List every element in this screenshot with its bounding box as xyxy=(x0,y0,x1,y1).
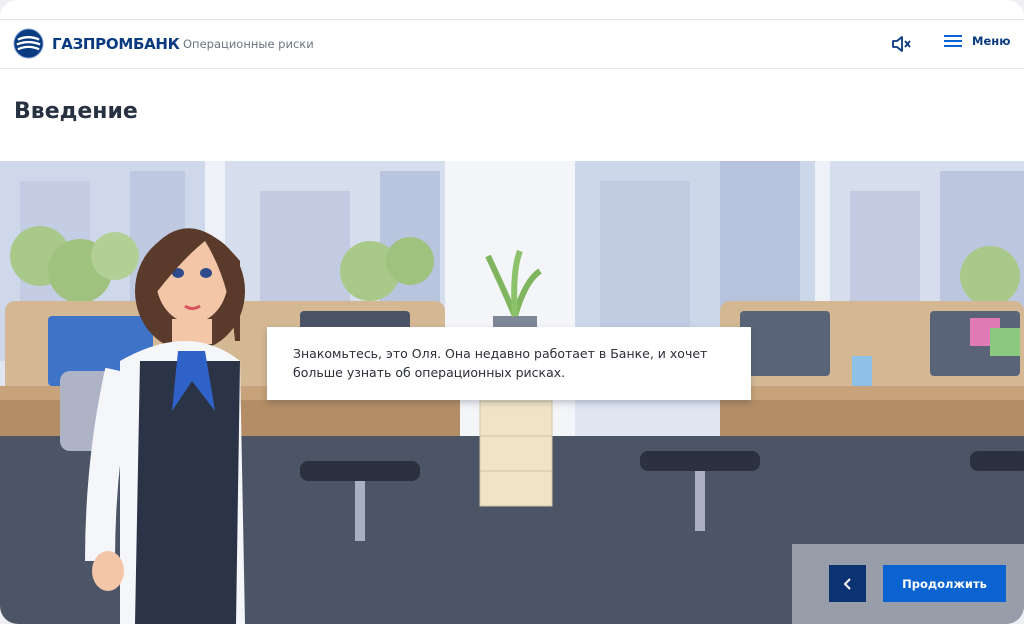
logo[interactable]: ГАЗПРОМБАНК xyxy=(13,28,180,59)
speaker-muted-icon xyxy=(892,36,911,52)
speech-bubble: Знакомьтесь, это Оля. Она недавно работа… xyxy=(267,327,751,400)
top-strip xyxy=(0,0,1024,20)
mute-button[interactable] xyxy=(889,32,913,56)
continue-button[interactable]: Продолжить xyxy=(883,565,1006,602)
logo-text: ГАЗПРОМБАНК xyxy=(52,34,180,53)
gazprombank-logo-icon xyxy=(13,28,44,59)
chevron-left-icon xyxy=(843,577,851,590)
header: ГАЗПРОМБАНК Операционные риски Меню xyxy=(0,20,1024,69)
course-title: Операционные риски xyxy=(183,37,314,51)
hamburger-icon xyxy=(944,35,962,47)
page-title: Введение xyxy=(14,99,138,124)
back-button[interactable] xyxy=(829,565,866,602)
menu-button[interactable]: Меню xyxy=(944,33,1010,49)
app-window: ГАЗПРОМБАНК Операционные риски Меню Введ… xyxy=(0,0,1024,624)
menu-label: Меню xyxy=(972,34,1011,48)
title-area: Введение xyxy=(0,70,1024,161)
dialog-text: Знакомьтесь, это Оля. Она недавно работа… xyxy=(293,346,708,380)
